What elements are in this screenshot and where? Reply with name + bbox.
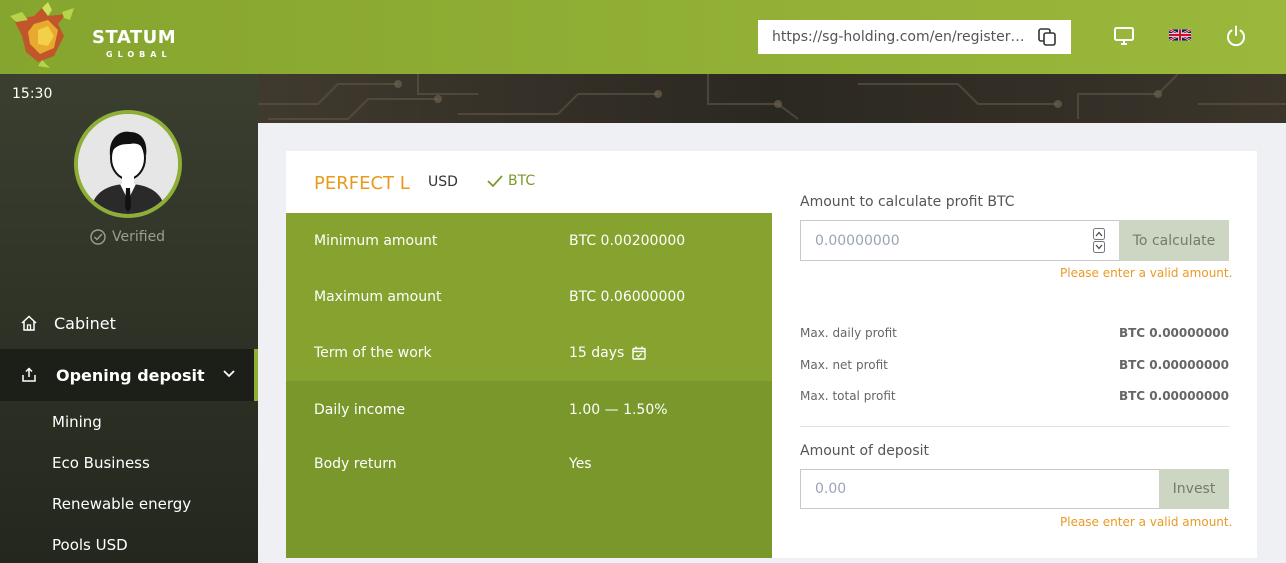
sidebar-item-opening-deposit[interactable]: Opening deposit [0,349,258,401]
divider [800,426,1229,427]
invest-button[interactable]: Invest [1159,469,1229,509]
submenu-item-eco-business[interactable]: Eco Business [52,454,150,472]
stat-row-net-profit: Max. net profit BTC 0.00000000 [800,358,1229,372]
row-label: Daily income [314,401,406,418]
row-value: 15 days [569,345,647,361]
deposit-amount-input[interactable]: 0.00 [800,469,1160,509]
currency-tab-usd[interactable]: USD [428,174,458,190]
row-label: Term of the work [314,345,432,361]
verified-check-icon [90,229,106,245]
submenu-item-mining[interactable]: Mining [52,413,102,431]
home-icon [21,315,37,331]
stat-value: BTC 0.00000000 [1118,326,1229,340]
avatar[interactable] [74,110,182,218]
row-label: Minimum amount [314,233,438,249]
submenu-item-pools-usd[interactable]: Pools USD [52,536,128,554]
clock-time: 15:30 [12,86,53,102]
monitor-icon[interactable] [1112,24,1136,48]
deposit-error-message: Please enter a valid amount. [1060,515,1233,529]
upload-icon [22,367,36,382]
stat-value: BTC 0.00000000 [1118,389,1229,403]
uk-flag-icon[interactable] [1169,27,1191,43]
logo-subtext: GLOBAL [106,50,172,59]
calculate-error-message: Please enter a valid amount. [1060,266,1233,280]
plan-title: PERFECT L [314,173,410,194]
user-avatar-icon [78,114,178,214]
calculate-amount-placeholder: 0.00000000 [815,233,900,249]
currency-tab-btc[interactable]: BTC [486,173,535,189]
row-value: BTC 0.00200000 [569,233,686,249]
stat-label: Max. daily profit [800,326,897,340]
sidebar-item-label: Opening deposit [56,365,205,385]
verified-label: Verified [112,229,166,245]
power-icon[interactable] [1224,24,1248,48]
submenu-item-renewable-energy[interactable]: Renewable energy [52,495,191,513]
circuit-background-image [258,74,1286,120]
plan-details-table: Minimum amount BTC 0.00200000 Maximum am… [286,213,772,558]
stat-row-total-profit: Max. total profit BTC 0.00000000 [800,389,1229,403]
logo-text: STATUM [92,27,177,48]
turtle-logo-icon [10,2,74,68]
deposit-plan-card: PERFECT L USD BTC Minimum amount BTC 0.0… [286,151,1257,558]
deposit-amount-placeholder: 0.00 [815,481,847,497]
stat-row-daily-profit: Max. daily profit BTC 0.00000000 [800,326,1229,340]
top-header: STATUM GLOBAL https://sg-holding.com/en/… [0,0,1286,74]
checkmark-icon [487,175,503,188]
table-row: Term of the work 15 days [286,325,772,381]
sidebar-item-cabinet[interactable]: Cabinet [0,300,258,346]
statum-global-logo[interactable]: STATUM GLOBAL [8,2,188,70]
currency-btc-label: BTC [508,173,536,189]
row-label: Maximum amount [314,289,442,305]
row-value: Yes [569,456,592,472]
table-row: Body return Yes [286,438,772,558]
hero-banner-image [258,74,1286,123]
table-row: Daily income 1.00 — 1.50% [286,381,772,438]
calendar-check-icon [632,346,647,360]
row-value: BTC 0.06000000 [569,289,686,305]
calculate-amount-input[interactable]: 0.00000000 [800,220,1120,261]
table-row: Maximum amount BTC 0.06000000 [286,269,772,325]
to-calculate-button[interactable]: To calculate [1119,220,1229,261]
verified-status: Verified [90,229,165,245]
calculate-amount-label: Amount to calculate profit BTC [800,194,1015,210]
table-row: Minimum amount BTC 0.00200000 [286,213,772,269]
stat-value: BTC 0.00000000 [1118,358,1229,372]
copy-icon[interactable] [1037,27,1057,47]
sidebar-item-label: Cabinet [54,313,116,333]
stat-label: Max. total profit [800,389,896,403]
row-value: 1.00 — 1.50% [569,401,668,418]
number-spinner-icon[interactable] [1093,228,1105,254]
deposit-amount-label: Amount of deposit [800,443,930,459]
sidebar: 15:30 Verified Cabinet Opening deposit M… [0,74,258,563]
referral-link-field[interactable]: https://sg-holding.com/en/register/... [758,20,1071,54]
row-label: Body return [314,456,397,472]
chevron-down-icon [223,370,235,378]
stat-label: Max. net profit [800,358,888,372]
referral-link-text: https://sg-holding.com/en/register/... [772,29,1028,45]
